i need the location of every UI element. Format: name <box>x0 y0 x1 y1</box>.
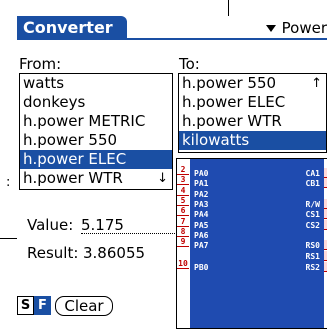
chip-pin-label-right: CA1 <box>305 169 320 178</box>
to-item-label: h.power 550 <box>182 74 277 92</box>
chip-pin-label-left: PB0 <box>194 263 209 272</box>
to-list-item-selected[interactable]: kilowatts <box>179 131 326 150</box>
chip-pin-label-left: PA5 <box>194 221 209 230</box>
chip-pin-number: 4 <box>177 186 189 196</box>
chip-pin-number: 6 <box>177 206 189 216</box>
edge-text-fragment: : <box>6 175 11 190</box>
from-label: From: <box>19 55 62 73</box>
app-title: Converter <box>17 16 127 40</box>
dropdown-triangle-icon <box>265 24 276 32</box>
chip-pin-label-left: PA6 <box>194 231 209 240</box>
title-bar: Converter Power <box>17 16 327 40</box>
from-list-item[interactable]: watts <box>20 74 172 93</box>
chip-pin-number: 8 <box>177 227 189 237</box>
from-list-item-selected[interactable]: h.power ELEC <box>20 150 172 169</box>
chip-pin-label-left: PA3 <box>194 200 209 209</box>
from-list-item[interactable]: h.power WTR ↓ <box>20 169 172 188</box>
chip-pin-number: 2 <box>177 165 189 175</box>
chip-pin-label-right: RS2 <box>305 263 320 272</box>
f-toggle-button[interactable]: F <box>34 296 51 315</box>
result-label: Result: <box>27 244 79 262</box>
title-rule <box>17 38 327 40</box>
from-list-item[interactable]: h.power METRIC <box>20 112 172 131</box>
result-value: 3.86055 <box>83 244 146 262</box>
value-label: Value: <box>27 216 74 234</box>
chip-pin-label-right: R/W <box>305 200 320 209</box>
chip-pin-label-left: PA7 <box>194 241 209 250</box>
chip-pin-label-right: RS0 <box>305 241 320 250</box>
chip-pin-label-left: PA1 <box>194 179 209 188</box>
chip-pin-label-right: RS1 <box>305 252 320 261</box>
value-underline <box>81 233 175 234</box>
scroll-up-arrow-icon[interactable]: ↑ <box>311 74 322 93</box>
chip-pin-number: 9 <box>177 237 189 247</box>
chip-pin-label-left: PA2 <box>194 190 209 199</box>
to-list[interactable]: h.power 550 ↑ h.power ELEC h.power WTR ki… <box>178 73 327 153</box>
from-item-label: watts <box>23 74 65 92</box>
from-list-item[interactable]: h.power 550 <box>20 131 172 150</box>
to-list-item[interactable]: h.power 550 ↑ <box>179 74 326 93</box>
chip-pin-label-right: CB1 <box>305 179 320 188</box>
background-frame-line <box>228 0 229 16</box>
to-item-label: h.power ELEC <box>182 93 286 111</box>
chip-pin-label-left: PA0 <box>194 169 209 178</box>
from-list-item[interactable]: donkeys <box>20 93 172 112</box>
category-label: Power <box>281 19 327 37</box>
to-item-label: kilowatts <box>182 131 250 149</box>
s-toggle-button[interactable]: S <box>17 296 34 315</box>
to-list-item[interactable]: h.power WTR <box>179 112 326 131</box>
from-item-label: h.power 550 <box>23 131 118 149</box>
chip-pin-label-right: CS1 <box>305 210 320 219</box>
chip-pinout-image: 2 PA0 3 PA1 4 PA2 5 PA3 6 PA4 7 PA5 8 PA6 9 PA7 10 PB0 CA1… <box>176 158 327 329</box>
from-item-label: h.power WTR <box>23 169 123 187</box>
to-item-label: h.power WTR <box>182 112 282 130</box>
chip-pin-number: 10 <box>177 259 189 269</box>
value-field[interactable]: 5.175 <box>81 216 124 234</box>
chip-body <box>190 159 324 328</box>
chip-pin-number: 3 <box>177 175 189 185</box>
from-item-label: h.power ELEC <box>23 150 127 168</box>
chip-pin-number: 7 <box>177 217 189 227</box>
category-selector[interactable]: Power <box>265 18 327 38</box>
from-item-label: h.power METRIC <box>23 112 146 130</box>
scroll-down-arrow-icon[interactable]: ↓ <box>157 169 168 188</box>
to-list-item[interactable]: h.power ELEC <box>179 93 326 112</box>
from-list[interactable]: watts donkeys h.power METRIC h.power 550… <box>19 73 173 190</box>
chip-pin-number: 5 <box>177 196 189 206</box>
chip-pin-label-right: CS2 <box>305 221 320 230</box>
clear-button[interactable]: Clear <box>55 296 113 316</box>
chip-pin-label-left: PA4 <box>194 210 209 219</box>
from-item-label: donkeys <box>23 93 86 111</box>
to-label: To: <box>179 55 200 73</box>
